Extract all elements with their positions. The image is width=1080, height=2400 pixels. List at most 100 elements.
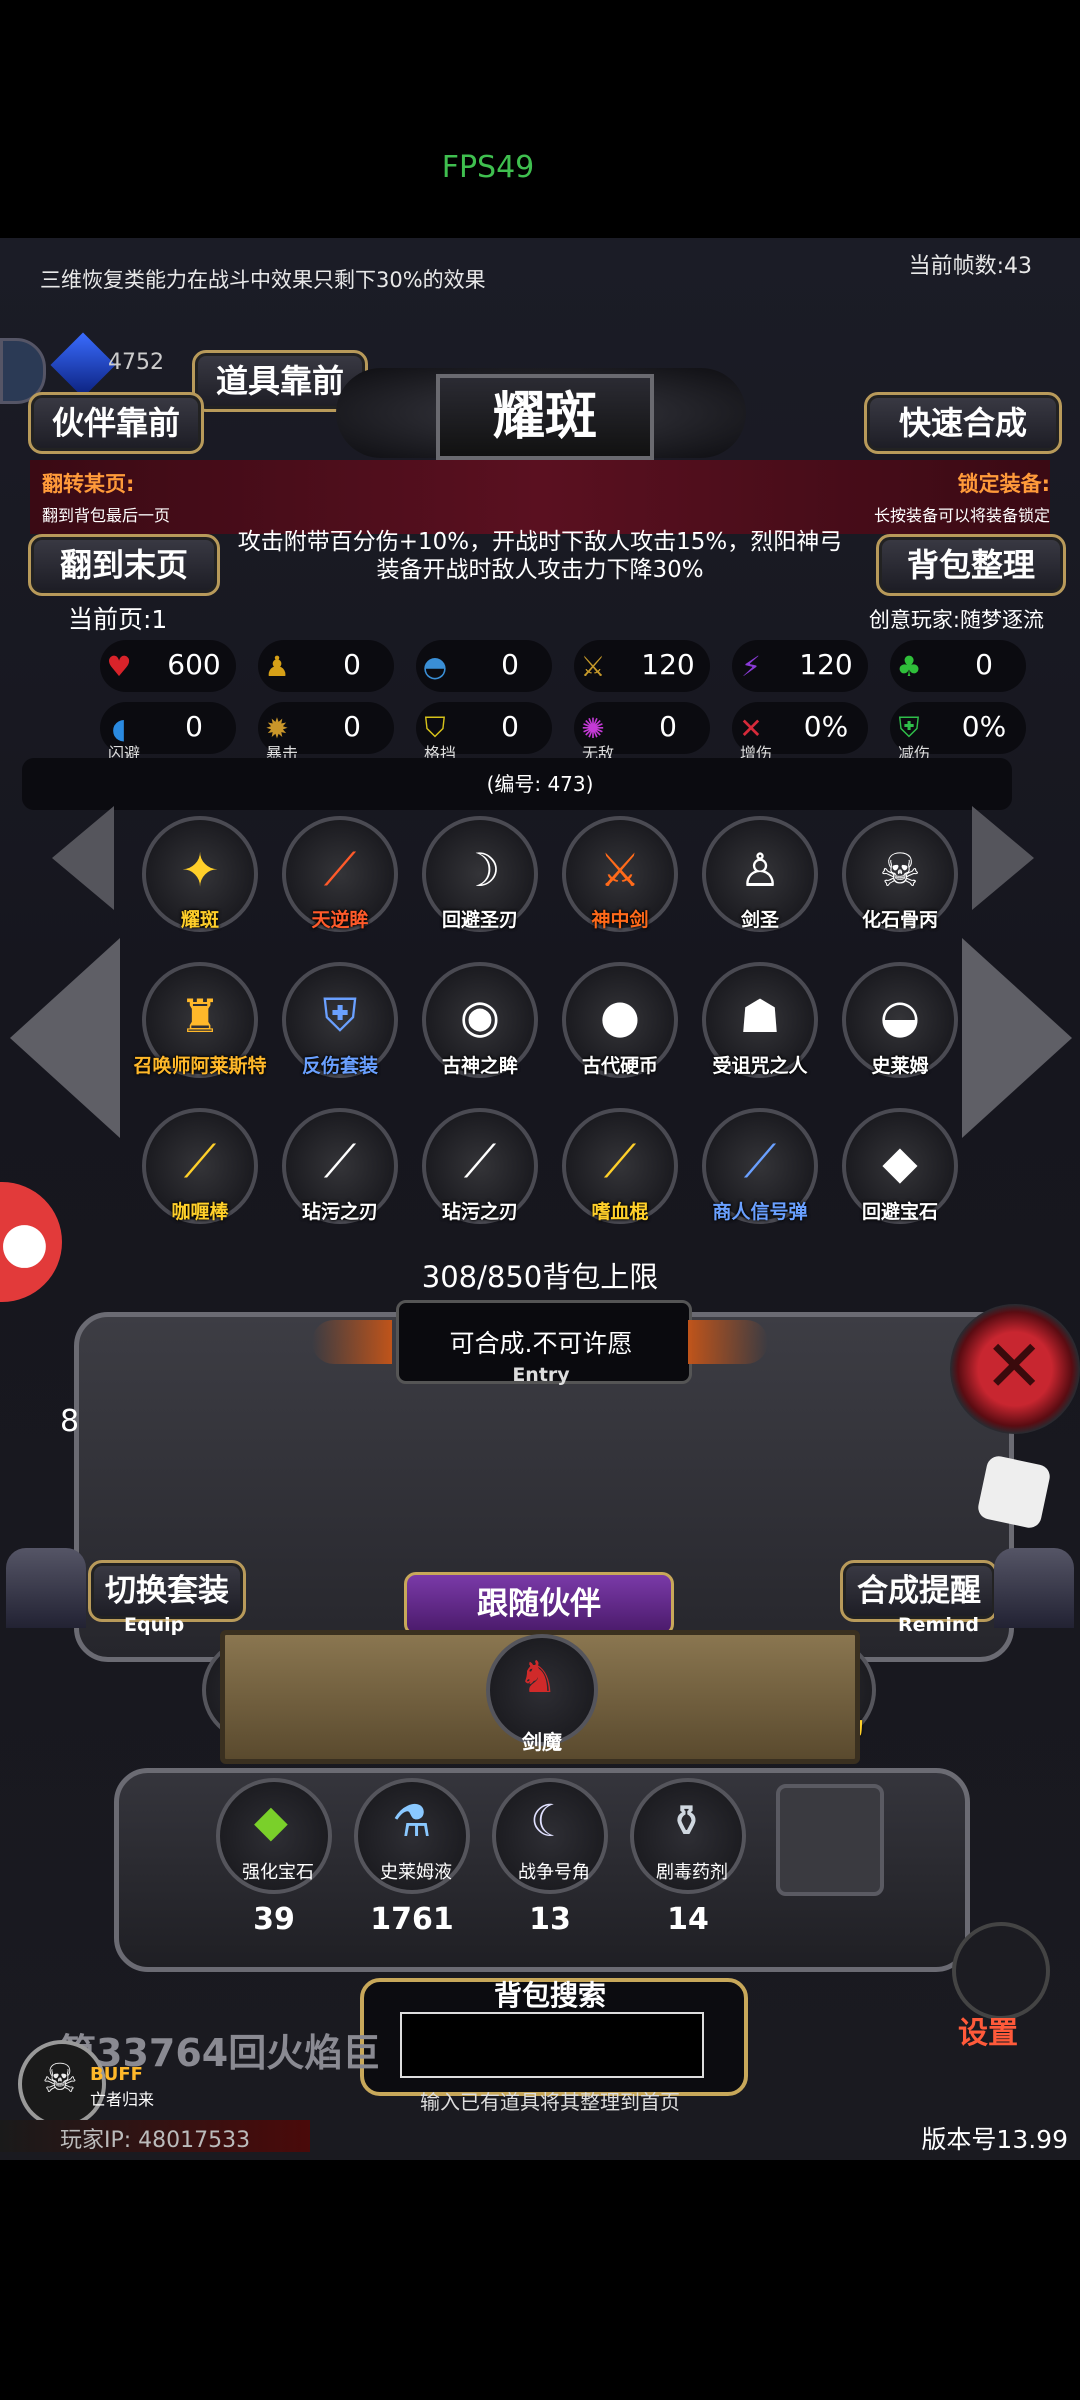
inventory-slot[interactable]: ⟋ 玷污之刃	[282, 1108, 398, 1224]
inventory-slot[interactable]: ☽ 回避圣刃	[422, 816, 538, 932]
inventory-item-name: 剑圣	[740, 909, 779, 931]
inventory-item-name: 玷污之刃	[301, 1201, 378, 1223]
inventory-slot[interactable]: ☠ 化石骨丙	[842, 816, 958, 932]
inventory-slot[interactable]: ⛨ 反伤套装	[282, 962, 398, 1078]
inventory-slot[interactable]: ♙ 剑圣	[702, 816, 818, 932]
consumable-count: 1761	[370, 1902, 454, 1937]
inventory-slot[interactable]: ◉ 古神之眸	[422, 962, 538, 1078]
inventory-slot[interactable]: ♜ 召唤师阿莱斯特	[133, 962, 267, 1078]
consumable-slot[interactable]: ☾ 战争号角	[492, 1778, 608, 1894]
merge-remind-button[interactable]: 合成提醒	[840, 1560, 998, 1622]
excalibur-icon: ⟋	[183, 1134, 217, 1188]
entry-label: Entry	[512, 1364, 570, 1386]
consumable-name: 史莱姆液	[380, 1862, 452, 1883]
frame-count: 当前帧数:43	[908, 254, 1032, 279]
empty-consumable-slot[interactable]	[776, 1784, 884, 1896]
item-number: (编号: 473)	[486, 772, 594, 796]
stat-value: 600	[167, 648, 221, 681]
blade-icon: ⟋	[323, 842, 357, 896]
skull-icon: ☠	[42, 2056, 78, 2102]
inventory-item-name: 史莱姆	[871, 1055, 929, 1077]
sort-bag-button[interactable]: 背包整理	[876, 534, 1066, 596]
inventory-slot[interactable]: ◆ 回避宝石	[842, 1108, 958, 1224]
next-page-arrow-icon[interactable]	[962, 938, 1072, 1138]
heart-icon: ♥	[106, 649, 132, 683]
settings-label[interactable]: 设置	[958, 2008, 1018, 2052]
inventory-item-name: 反伤套装	[301, 1055, 378, 1077]
stat-value: 120	[799, 648, 853, 681]
inventory-slot[interactable]: ⟋ 商人信号弹	[702, 1108, 818, 1224]
flare-icon: ⟋	[743, 1134, 777, 1188]
poison-icon: ⚱	[668, 1796, 705, 1847]
inventory-slot[interactable]: ◒ 史莱姆	[842, 962, 958, 1078]
inventory-slot[interactable]: ⟋ 玷污之刃	[422, 1108, 538, 1224]
stat-value: 0%	[803, 710, 849, 743]
inventory-slot[interactable]: ⚔ 神中剑	[562, 816, 678, 932]
helmet-icon: ◓	[422, 649, 448, 683]
game-screen: 三维恢复类能力在战斗中效果只剩下30%的效果 当前帧数:43 4752 道具靠前…	[0, 238, 1080, 2160]
stat-value: 0	[975, 648, 993, 681]
inventory-item-name: 嗜血棍	[591, 1201, 649, 1223]
left-wing-icon	[312, 1320, 392, 1364]
inventory-slot[interactable]: ☗ 受诅咒之人	[702, 962, 818, 1078]
bag-search-input[interactable]	[400, 2012, 704, 2078]
inventory-slot[interactable]: ⟋ 天逆眸	[282, 816, 398, 932]
bag-capacity: 308/850背包上限	[421, 1260, 659, 1294]
clover-icon: ♣	[896, 649, 922, 683]
partner-name: 剑魔	[522, 1730, 562, 1754]
creator-credit: 创意玩家:随梦逐流	[868, 608, 1044, 632]
prev-small-arrow-icon[interactable]	[52, 806, 114, 910]
consumable-slot[interactable]: ⚗ 史莱姆液	[354, 1778, 470, 1894]
stat-value: 0	[501, 710, 519, 743]
consumable-count: 14	[667, 1902, 709, 1937]
helmet-right-icon	[994, 1548, 1074, 1628]
tainted-blade-icon: ⟋	[323, 1134, 357, 1188]
lock-hint: 长按装备可以将装备锁定	[873, 506, 1050, 525]
next-small-arrow-icon[interactable]	[972, 806, 1034, 910]
eye-icon: ◉	[459, 989, 501, 1043]
inventory-slot[interactable]: ✦ 耀斑	[142, 816, 258, 932]
prev-page-arrow-icon[interactable]	[10, 938, 120, 1138]
inventory-item-name: 召唤师阿莱斯特	[133, 1055, 267, 1077]
buff-sub: 亡者归来	[90, 2090, 155, 2109]
consumable-slot[interactable]: ◆ 强化宝石	[216, 1778, 332, 1894]
right-wing-icon	[688, 1320, 768, 1364]
switch-set-sub: Equip	[124, 1614, 185, 1636]
current-page: 当前页:1	[68, 605, 168, 634]
player-ip: 玩家IP: 48017533	[60, 2128, 251, 2153]
consumable-name: 战争号角	[518, 1862, 590, 1883]
left-counter: 8	[60, 1404, 80, 1439]
slime-icon: ◒	[879, 989, 921, 1043]
inventory-item-name: 受诅咒之人	[712, 1055, 808, 1077]
close-button[interactable]: ✕	[950, 1304, 1080, 1434]
follow-partner-label: 跟随伙伴	[404, 1572, 674, 1636]
stat-value: 0	[501, 648, 519, 681]
inventory-slot[interactable]: ⟋ 咖喱棒	[142, 1108, 258, 1224]
close-icon: ✕	[984, 1324, 1045, 1408]
tainted-blade-icon: ⟋	[463, 1134, 497, 1188]
gem-icon: ◆	[882, 1135, 918, 1189]
item-description: 攻击附带百分伤+10%，开战时下敌人攻击15%，烈阳神弓装备开战时敌人攻击力下降…	[237, 529, 843, 583]
gear-icon[interactable]	[952, 1922, 1050, 2020]
inventory-slot[interactable]: ⟋ 嗜血棍	[562, 1108, 678, 1224]
inventory-item-name: 古神之眸	[441, 1055, 518, 1077]
currency-amount: 4752	[108, 350, 164, 375]
lightning-icon: ⚡	[741, 649, 761, 683]
thorn-armor-icon: ⛨	[322, 988, 358, 1042]
partners-front-button[interactable]: 伙伴靠前	[28, 392, 204, 454]
inventory-item-name: 耀斑	[180, 909, 219, 931]
inventory-slot[interactable]: ● 古代硬币	[562, 962, 678, 1078]
consumable-slot[interactable]: ⚱ 剧毒药剂	[630, 1778, 746, 1894]
inventory-item-name: 天逆眸	[311, 909, 369, 931]
switch-set-button[interactable]: 切换套装	[88, 1560, 246, 1622]
consumable-count: 13	[529, 1902, 571, 1937]
version-label: 版本号13.99	[921, 2125, 1068, 2154]
stat-value: 0	[659, 710, 677, 743]
bone-icon: ☠	[879, 843, 921, 897]
inventory-item-name: 玷污之刃	[441, 1201, 518, 1223]
last-page-button[interactable]: 翻到末页	[28, 534, 220, 596]
inventory-item-name: 咖喱棒	[171, 1201, 229, 1223]
dice-icon[interactable]	[976, 1454, 1052, 1530]
inventory-item-name: 回避宝石	[861, 1201, 938, 1223]
quick-merge-button[interactable]: 快速合成	[864, 392, 1062, 454]
